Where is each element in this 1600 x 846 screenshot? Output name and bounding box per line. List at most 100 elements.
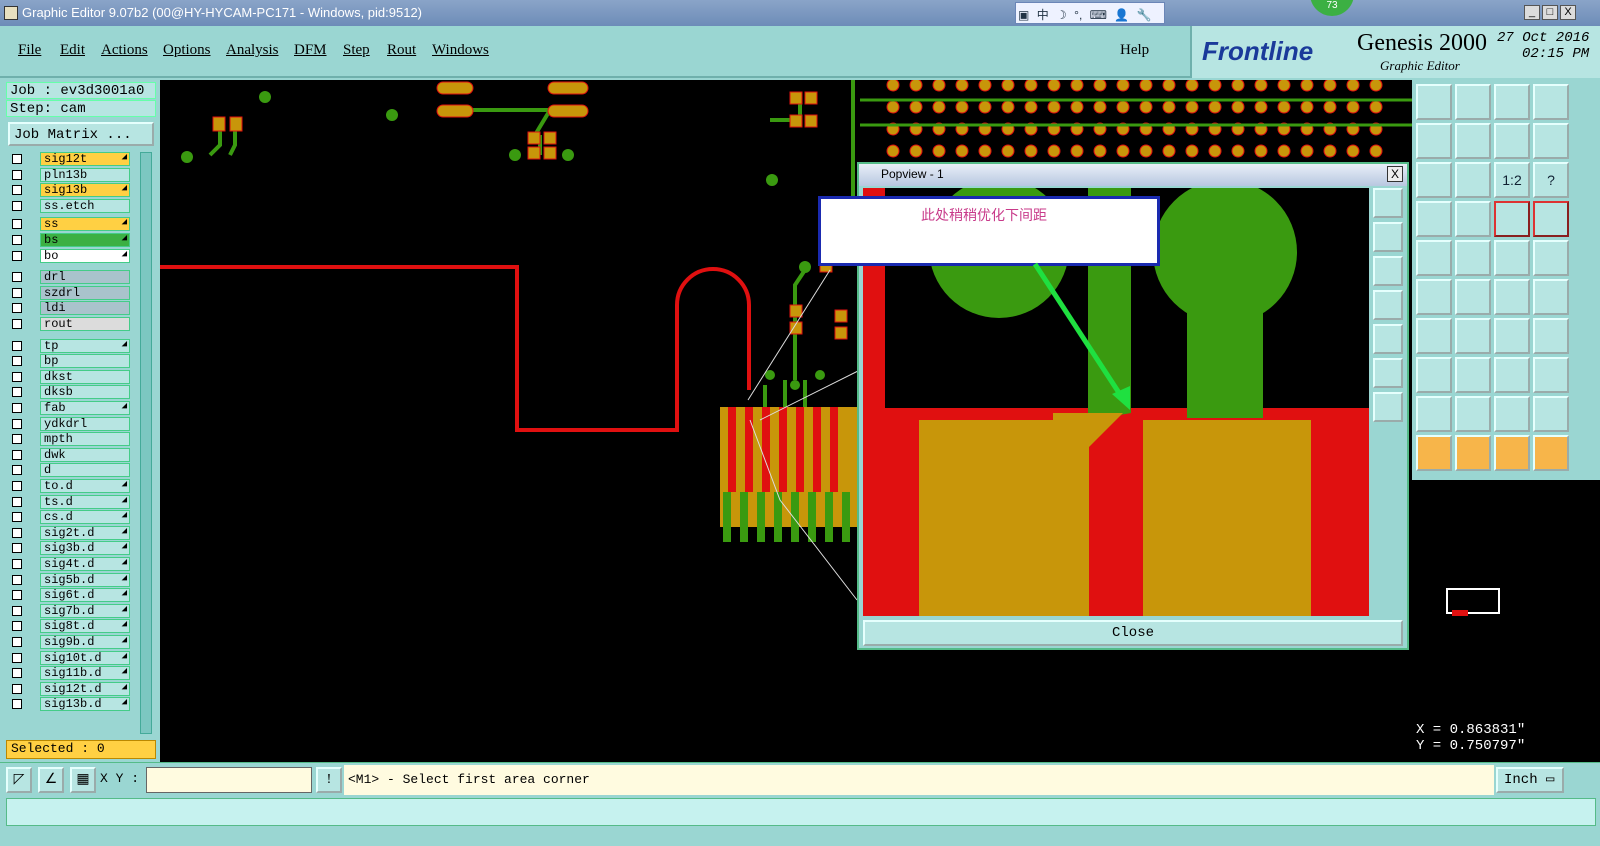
layer-name[interactable]: drl (40, 270, 130, 285)
layer-checkbox[interactable] (12, 574, 22, 585)
tool-pen-icon[interactable] (1416, 201, 1452, 237)
layer-row[interactable]: sig2t.d ◢ (10, 525, 130, 540)
layer-name[interactable]: sig5b.d (40, 572, 130, 587)
menu-help[interactable]: Help (1120, 42, 1149, 59)
layer-name[interactable]: bs (40, 233, 130, 247)
layer-row[interactable]: rout (10, 317, 130, 331)
tool-zoom-window-icon[interactable] (1533, 84, 1569, 120)
ime-logo-icon[interactable]: ▣ (1018, 8, 1029, 22)
close-window-button[interactable]: X (1560, 5, 1576, 20)
popview-tool-2[interactable] (1373, 222, 1403, 252)
tool-nav-down-icon[interactable] (1455, 84, 1491, 120)
layer-row[interactable]: drl (10, 270, 130, 285)
grid-icon[interactable]: ▦ (70, 767, 96, 793)
tool-pad-icon[interactable] (1416, 357, 1452, 393)
layer-checkbox[interactable] (12, 200, 22, 211)
popview-tool-1[interactable] (1373, 188, 1403, 218)
layer-checkbox[interactable] (12, 185, 22, 196)
layer-row[interactable]: sig5b.d ◢ (10, 572, 130, 587)
tool-route-icon[interactable] (1455, 240, 1491, 276)
layer-row[interactable]: sig11b.d ◢ (10, 666, 130, 681)
punct-icon[interactable]: °, (1074, 8, 1082, 22)
tool-fit-icon[interactable] (1416, 162, 1452, 198)
layer-checkbox[interactable] (12, 371, 22, 382)
menu-actions[interactable]: Actions (101, 42, 148, 59)
tool-line-b-icon[interactable] (1455, 318, 1491, 354)
layer-name[interactable]: ldi (40, 301, 130, 316)
layer-name[interactable]: sig6t.d (40, 588, 130, 603)
layer-checkbox[interactable] (12, 621, 22, 632)
tool-tri-a-icon[interactable] (1416, 396, 1452, 432)
layer-checkbox[interactable] (12, 250, 22, 261)
maximize-button[interactable]: □ (1542, 5, 1558, 20)
layer-name[interactable]: sig3b.d (40, 541, 130, 556)
popview-tool-6[interactable] (1373, 358, 1403, 388)
layer-row[interactable]: dksb (10, 385, 130, 400)
layer-name[interactable]: sig12t (40, 152, 130, 166)
menu-analysis[interactable]: Analysis (226, 42, 279, 59)
layer-checkbox[interactable] (12, 387, 22, 398)
layer-name[interactable]: tp (40, 338, 130, 353)
layer-checkbox[interactable] (12, 272, 22, 283)
layer-checkbox[interactable] (12, 154, 22, 164)
popview-close-icon[interactable]: X (1387, 166, 1403, 182)
layer-checkbox[interactable] (12, 235, 22, 245)
layer-name[interactable]: bp (40, 354, 130, 369)
menu-edit[interactable]: Edit (60, 42, 85, 59)
menu-rout[interactable]: Rout (387, 42, 416, 59)
tool-1:2-icon[interactable]: 1:2 (1494, 162, 1530, 198)
layer-name[interactable]: sig13b.d (40, 697, 130, 712)
layer-checkbox[interactable] (12, 637, 22, 647)
tool-ruler-icon[interactable] (1494, 240, 1530, 276)
layer-checkbox[interactable] (12, 449, 22, 460)
tool-select-b-icon[interactable] (1455, 435, 1491, 471)
layer-name[interactable]: sig7b.d (40, 603, 130, 618)
layer-row[interactable]: sig7b.d ◢ (10, 603, 130, 618)
tool-flip-icon[interactable] (1494, 123, 1530, 159)
layer-name[interactable]: sig4t.d (40, 557, 130, 571)
layer-row[interactable]: d (10, 463, 130, 478)
layer-checkbox[interactable] (12, 699, 22, 710)
tool-move-right-icon[interactable] (1455, 123, 1491, 159)
layer-checkbox[interactable] (12, 559, 22, 569)
tool-dot-icon[interactable] (1533, 240, 1569, 276)
layer-row[interactable]: sig4t.d ◢ (10, 557, 130, 571)
layer-name[interactable]: szdrl (40, 285, 130, 300)
layer-row[interactable]: bp (10, 354, 130, 369)
layer-checkbox[interactable] (12, 605, 22, 616)
layer-name[interactable]: dkst (40, 369, 130, 384)
tool-tri-d-icon[interactable] (1533, 396, 1569, 432)
layer-row[interactable]: ldi (10, 301, 130, 316)
snap-icon[interactable]: ◸ (6, 767, 32, 793)
tool-select-d-icon[interactable] (1533, 435, 1569, 471)
layer-row[interactable]: sig8t.d ◢ (10, 619, 130, 634)
layer-name[interactable]: dksb (40, 385, 130, 400)
layer-row[interactable]: tp ◢ (10, 338, 130, 353)
layer-name[interactable]: fab (40, 401, 130, 415)
layer-row[interactable]: ydkdrl (10, 416, 130, 431)
tool-measure-icon[interactable] (1494, 357, 1530, 393)
layer-row[interactable]: sig12t.d ◢ (10, 681, 130, 696)
overview-map[interactable] (1412, 480, 1600, 716)
tool-select-c-icon[interactable] (1494, 435, 1530, 471)
tool-grid-icon[interactable] (1455, 201, 1491, 237)
layer-name[interactable]: rout (40, 317, 130, 331)
job-matrix-button[interactable]: Job Matrix ... (8, 122, 154, 146)
layer-name[interactable]: sig9b.d (40, 635, 130, 649)
layer-name[interactable]: sig8t.d (40, 619, 130, 634)
layer-checkbox[interactable] (12, 481, 22, 491)
layer-row[interactable]: sig3b.d ◢ (10, 541, 130, 556)
layer-checkbox[interactable] (12, 219, 22, 230)
tool-tri-c-icon[interactable] (1494, 396, 1530, 432)
tool-move-left-icon[interactable] (1416, 123, 1452, 159)
layer-checkbox[interactable] (12, 652, 22, 663)
layer-name[interactable]: pln13b (40, 167, 130, 182)
layer-name[interactable]: sig11b.d (40, 666, 130, 681)
layer-name[interactable]: sig13b (40, 183, 130, 198)
layer-row[interactable]: bo ◢ (10, 248, 130, 263)
keyboard-icon[interactable]: ⌨ (1090, 8, 1107, 22)
layer-name[interactable]: dwk (40, 447, 130, 462)
tool-mid-icon[interactable] (1455, 357, 1491, 393)
tool-line-a-icon[interactable] (1416, 318, 1452, 354)
layer-checkbox[interactable] (12, 465, 22, 476)
